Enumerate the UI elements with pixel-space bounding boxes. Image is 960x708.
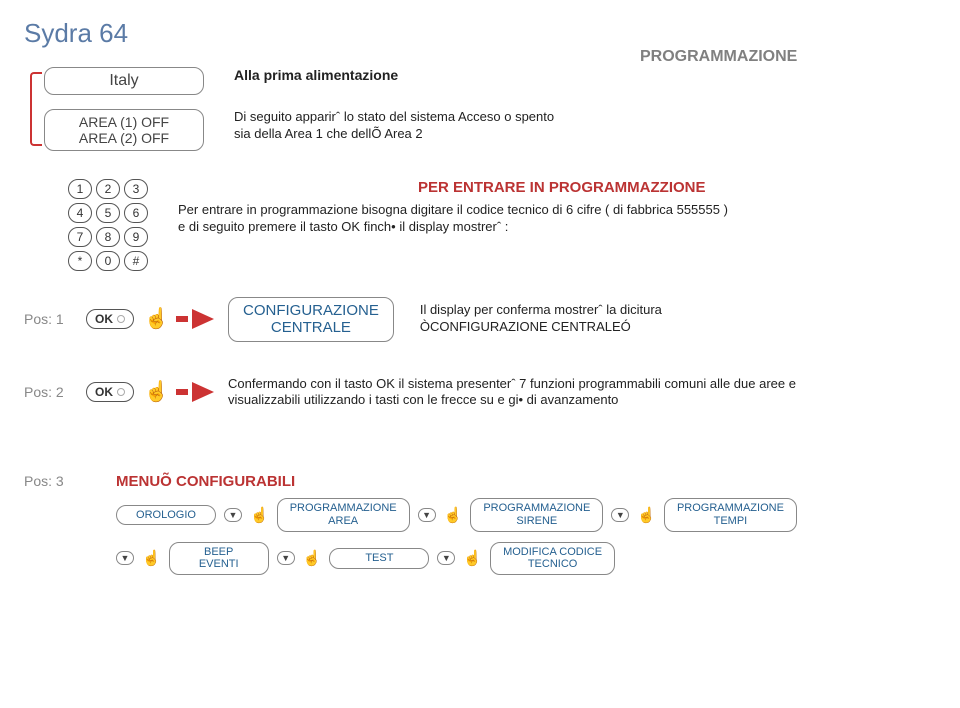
- menu-prog-area[interactable]: PROGRAMMAZIONEAREA: [277, 498, 410, 531]
- menu-test[interactable]: TEST: [329, 548, 429, 569]
- key-4[interactable]: 4: [68, 203, 92, 223]
- key-5[interactable]: 5: [96, 203, 120, 223]
- menu-mod-codice[interactable]: MODIFICA CODICETECNICO: [490, 542, 615, 575]
- key-star[interactable]: *: [68, 251, 92, 271]
- page-title: Sydra 64: [24, 18, 936, 49]
- lcd-italy: Italy: [44, 67, 204, 95]
- hand-icon: ☝: [444, 506, 463, 524]
- text-stato-sistema: Di seguito apparirˆ lo stato del sistema…: [234, 109, 936, 143]
- pos1-label: Pos: 1: [24, 311, 72, 327]
- down-arrow-icon[interactable]: ▼: [437, 551, 455, 565]
- pos1-text: Il display per conferma mostrerˆ la dici…: [420, 302, 662, 336]
- key-7[interactable]: 7: [68, 227, 92, 247]
- keypad: 1 2 3 4 5 6 7 8 9 * 0 #: [68, 179, 148, 271]
- pos1-row: Pos: 1 OK CONFIGURAZIONE CENTRALE Il dis…: [24, 297, 936, 342]
- hand-icon: ☝: [637, 506, 656, 524]
- menu-config-section: MENUÕ CONFIGURABILI OROLOGIO ▼ ☝ PROGRAM…: [76, 473, 797, 585]
- ok-led-icon: [117, 388, 125, 396]
- down-arrow-icon[interactable]: ▼: [224, 508, 242, 522]
- key-hash[interactable]: #: [124, 251, 148, 271]
- lcd-config-centrale: CONFIGURAZIONE CENTRALE: [228, 297, 394, 342]
- hand-icon: [144, 306, 166, 332]
- hand-icon: [144, 379, 166, 405]
- down-arrow-icon[interactable]: ▼: [611, 508, 629, 522]
- arrow-icon: [176, 382, 218, 402]
- key-8[interactable]: 8: [96, 227, 120, 247]
- menu-row-2: ▼ ☝ BEEPEVENTI ▼ ☝ TEST ▼ ☝ MODIFICA COD…: [116, 542, 797, 575]
- down-arrow-icon[interactable]: ▼: [116, 551, 134, 565]
- menu-beep-eventi[interactable]: BEEPEVENTI: [169, 542, 269, 575]
- row-entrare-prog: 1 2 3 4 5 6 7 8 9 * 0 # PER ENTRARE IN P…: [24, 179, 936, 271]
- key-3[interactable]: 3: [124, 179, 148, 199]
- pos2-label: Pos: 2: [24, 384, 72, 400]
- ok-led-icon: [117, 315, 125, 323]
- hand-icon: ☝: [303, 549, 322, 567]
- text-entrare-prog: Per entrare in programmazione bisogna di…: [178, 202, 936, 236]
- red-title-entrare: PER ENTRARE IN PROGRAMMAZZIONE: [418, 179, 936, 196]
- hand-icon: ☝: [463, 549, 482, 567]
- key-2[interactable]: 2: [96, 179, 120, 199]
- pos2-text: Confermando con il tasto OK il sistema p…: [228, 376, 936, 410]
- hand-icon: ☝: [142, 549, 161, 567]
- heading-programmazione: PROGRAMMAZIONE: [640, 48, 797, 66]
- key-1[interactable]: 1: [68, 179, 92, 199]
- menu-prog-tempi[interactable]: PROGRAMMAZIONETEMPI: [664, 498, 797, 531]
- key-6[interactable]: 6: [124, 203, 148, 223]
- down-arrow-icon[interactable]: ▼: [277, 551, 295, 565]
- pos3-label: Pos: 3: [24, 473, 72, 585]
- key-0[interactable]: 0: [96, 251, 120, 271]
- menu-prog-sirene[interactable]: PROGRAMMAZIONESIRENE: [470, 498, 603, 531]
- ok-button-2[interactable]: OK: [86, 382, 134, 402]
- pos2-row: Pos: 2 OK Confermando con il tasto OK il…: [24, 376, 936, 410]
- hand-icon: ☝: [250, 506, 269, 524]
- ok-button-1[interactable]: OK: [86, 309, 134, 329]
- subhead-alimentazione: Alla prima alimentazione: [234, 67, 936, 83]
- down-arrow-icon[interactable]: ▼: [418, 508, 436, 522]
- arrow-icon: [176, 309, 218, 329]
- menu-title: MENUÕ CONFIGURABILI: [116, 473, 797, 490]
- key-9[interactable]: 9: [124, 227, 148, 247]
- menu-orologio[interactable]: OROLOGIO: [116, 505, 216, 526]
- row-alimentazione: Italy AREA (1) OFF AREA (2) OFF Alla pri…: [24, 67, 936, 151]
- lcd-area-off: AREA (1) OFF AREA (2) OFF: [44, 109, 204, 151]
- menu-row-1: OROLOGIO ▼ ☝ PROGRAMMAZIONEAREA ▼ ☝ PROG…: [116, 498, 797, 531]
